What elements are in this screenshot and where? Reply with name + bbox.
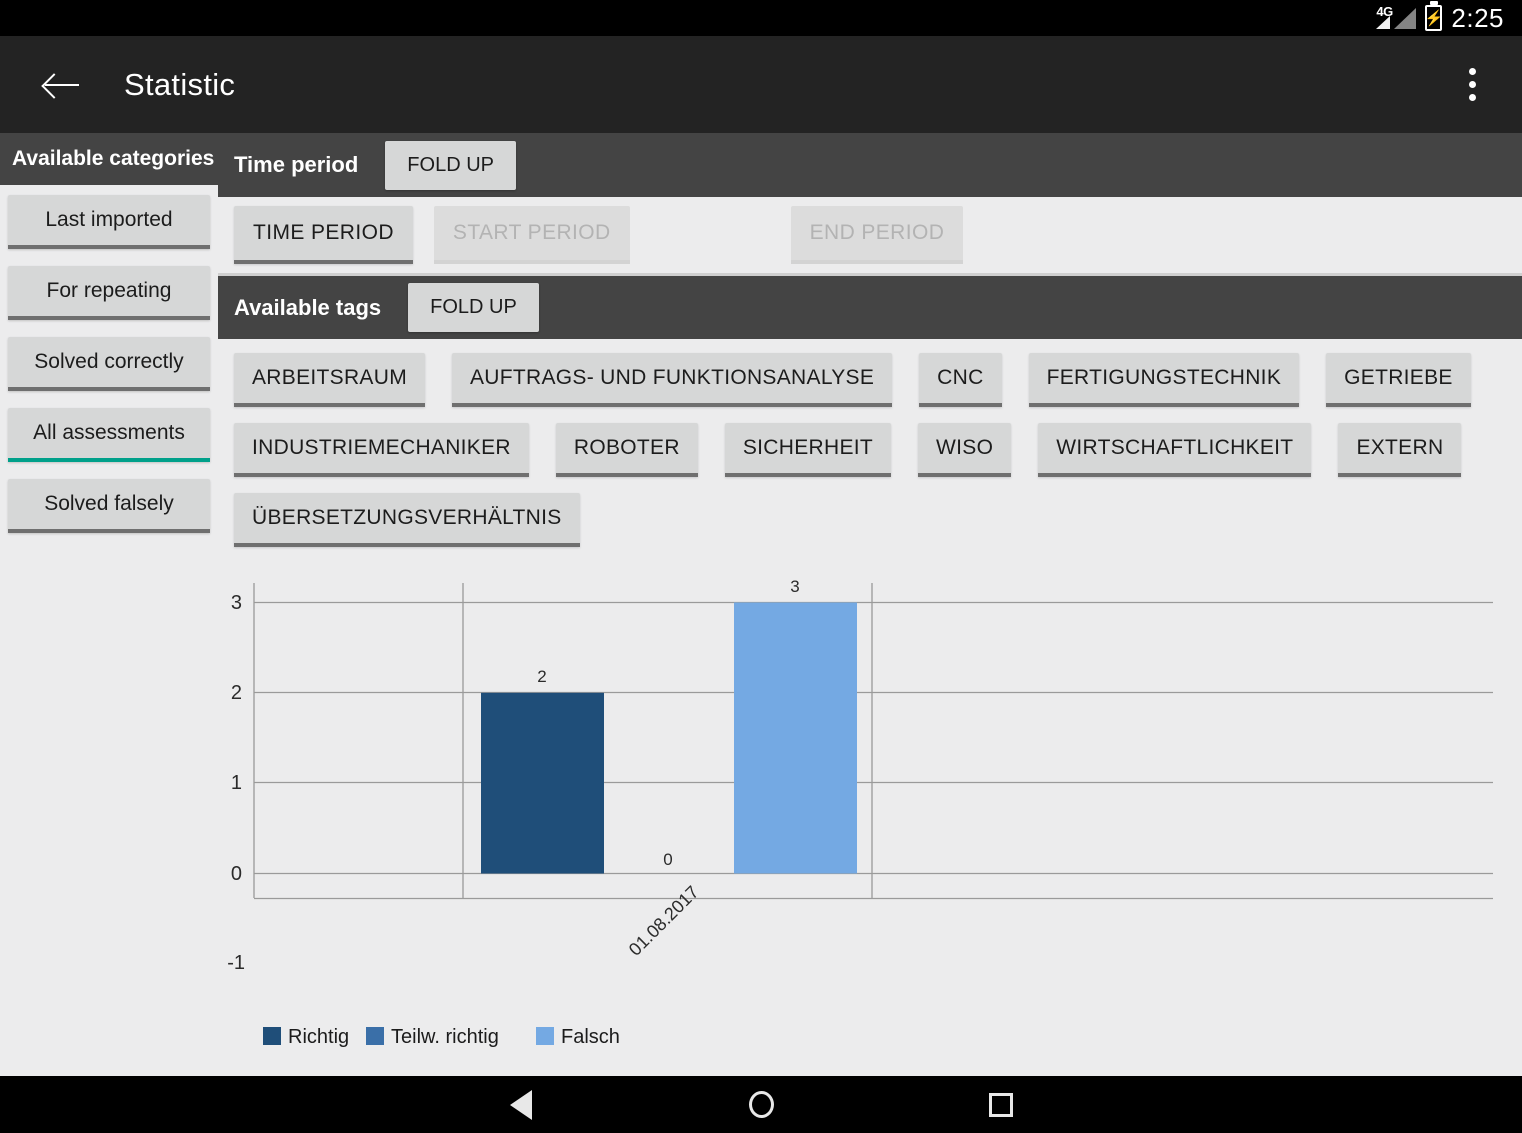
- sidebar-item-for-repeating[interactable]: For repeating: [8, 266, 210, 320]
- chart-canvas: 2 0 3 3 2 1 0 -1 01.08.2017 Richtig Teil…: [218, 575, 1522, 1060]
- nav-back-button[interactable]: [401, 1089, 641, 1120]
- statistics-bar-chart: 2 0 3 3 2 1 0 -1 01.08.2017 Richtig Teil…: [218, 575, 1522, 1060]
- nav-recents-button[interactable]: [881, 1092, 1121, 1117]
- nav-back-icon: [510, 1089, 532, 1120]
- legend-swatch-richtig: [263, 1027, 281, 1045]
- tags-fold-up-button[interactable]: FOLD UP: [408, 283, 539, 332]
- start-period-button[interactable]: START PERIOD: [433, 206, 630, 264]
- y-tick-label: 0: [231, 863, 242, 885]
- y-tick-label: -1: [227, 952, 245, 974]
- y-tick-label: 1: [231, 772, 242, 794]
- bar-falsch[interactable]: [734, 602, 857, 874]
- nav-home-button[interactable]: [641, 1091, 881, 1118]
- available-tags-title: Available tags: [234, 294, 382, 320]
- bar-richtig[interactable]: [481, 692, 604, 874]
- sidebar-item-solved-falsely[interactable]: Solved falsely: [8, 479, 210, 533]
- tag-row: ARBEITSRAUM AUFTRAGS- UND FUNKTIONSANALY…: [234, 353, 1522, 407]
- tag-extern[interactable]: EXTERN: [1338, 423, 1462, 477]
- tags-area: ARBEITSRAUM AUFTRAGS- UND FUNKTIONSANALY…: [218, 339, 1522, 547]
- tag-wirtschaftlichkeit[interactable]: WIRTSCHAFTLICHKEIT: [1038, 423, 1312, 477]
- bar-value-label-teilw-richtig: 0: [663, 850, 672, 869]
- legend-swatch-falsch: [536, 1027, 554, 1045]
- content-area: Available categories Last imported For r…: [0, 133, 1522, 1076]
- tag-row: INDUSTRIEMECHANIKER ROBOTER SICHERHEIT W…: [234, 423, 1522, 477]
- legend-label-teilw-richtig: Teilw. richtig: [391, 1026, 499, 1048]
- tag-uebersetzungsverhaeltnis[interactable]: ÜBERSETZUNGSVERHÄLTNIS: [234, 493, 580, 547]
- y-tick-label: 2: [231, 682, 242, 704]
- app-bar: Statistic: [0, 36, 1522, 133]
- sidebar-item-all-assessments[interactable]: All assessments: [8, 408, 210, 462]
- nav-recents-icon: [989, 1092, 1013, 1117]
- sidebar-item-label: Solved correctly: [34, 350, 184, 373]
- time-period-button[interactable]: TIME PERIOD: [234, 206, 413, 264]
- tag-roboter[interactable]: ROBOTER: [555, 423, 698, 477]
- y-tick-label: 3: [231, 592, 242, 614]
- bar-value-label-falsch: 3: [790, 577, 799, 596]
- legend-swatch-teilw-richtig: [366, 1027, 384, 1045]
- overflow-menu-icon[interactable]: [1452, 60, 1492, 110]
- tag-arbeitsraum[interactable]: ARBEITSRAUM: [234, 353, 425, 407]
- nav-home-icon: [748, 1091, 774, 1118]
- time-period-controls: TIME PERIOD START PERIOD END PERIOD: [218, 197, 1522, 276]
- signal-icon: 4G: [1376, 4, 1417, 29]
- sidebar-item-label: Solved falsely: [44, 492, 174, 515]
- network-type-label: 4G: [1376, 4, 1393, 19]
- time-period-section-header: Time period FOLD UP: [218, 133, 1522, 197]
- tag-auftrags-und-funktionsanalyse[interactable]: AUFTRAGS- UND FUNKTIONSANALYSE: [452, 353, 893, 407]
- tag-wiso[interactable]: WISO: [918, 423, 1012, 477]
- sidebar-item-label: Last imported: [45, 208, 173, 231]
- sidebar-item-last-imported[interactable]: Last imported: [8, 195, 210, 249]
- back-arrow-icon[interactable]: [42, 65, 82, 105]
- time-period-fold-up-button[interactable]: FOLD UP: [385, 140, 516, 190]
- end-period-button[interactable]: END PERIOD: [790, 206, 964, 264]
- main-panel: Time period FOLD UP TIME PERIOD START PE…: [218, 133, 1522, 1076]
- time-period-title: Time period: [234, 152, 359, 177]
- available-tags-section-header: Available tags FOLD UP: [218, 276, 1522, 339]
- sidebar-item-label: For repeating: [46, 279, 172, 302]
- chart-legend: Richtig Teilw. richtig Falsch: [263, 1026, 620, 1048]
- android-navigation-bar: [0, 1076, 1522, 1133]
- tag-sicherheit[interactable]: SICHERHEIT: [724, 423, 892, 477]
- clock-label: 2:25: [1451, 2, 1504, 33]
- sidebar-item-solved-correctly[interactable]: Solved correctly: [8, 337, 210, 391]
- tag-fertigungstechnik[interactable]: FERTIGUNGSTECHNIK: [1028, 353, 1300, 407]
- legend-label-falsch: Falsch: [561, 1026, 620, 1048]
- page-title: Statistic: [124, 66, 236, 102]
- bar-value-label-richtig: 2: [537, 667, 546, 686]
- sidebar-item-label: All assessments: [33, 421, 185, 444]
- tag-getriebe[interactable]: GETRIEBE: [1326, 353, 1471, 407]
- chart-background: [218, 575, 1522, 1060]
- battery-charging-icon: ⚡: [1425, 5, 1443, 31]
- sidebar: Available categories Last imported For r…: [0, 133, 218, 1076]
- category-list: Last imported For repeating Solved corre…: [0, 185, 218, 533]
- tag-industriemechaniker[interactable]: INDUSTRIEMECHANIKER: [234, 423, 529, 477]
- tag-row: ÜBERSETZUNGSVERHÄLTNIS: [234, 493, 1522, 547]
- legend-label-richtig: Richtig: [288, 1026, 349, 1048]
- tag-cnc[interactable]: CNC: [919, 353, 1002, 407]
- status-bar: 4G ⚡ 2:25: [0, 0, 1522, 36]
- sidebar-header: Available categories: [0, 133, 218, 185]
